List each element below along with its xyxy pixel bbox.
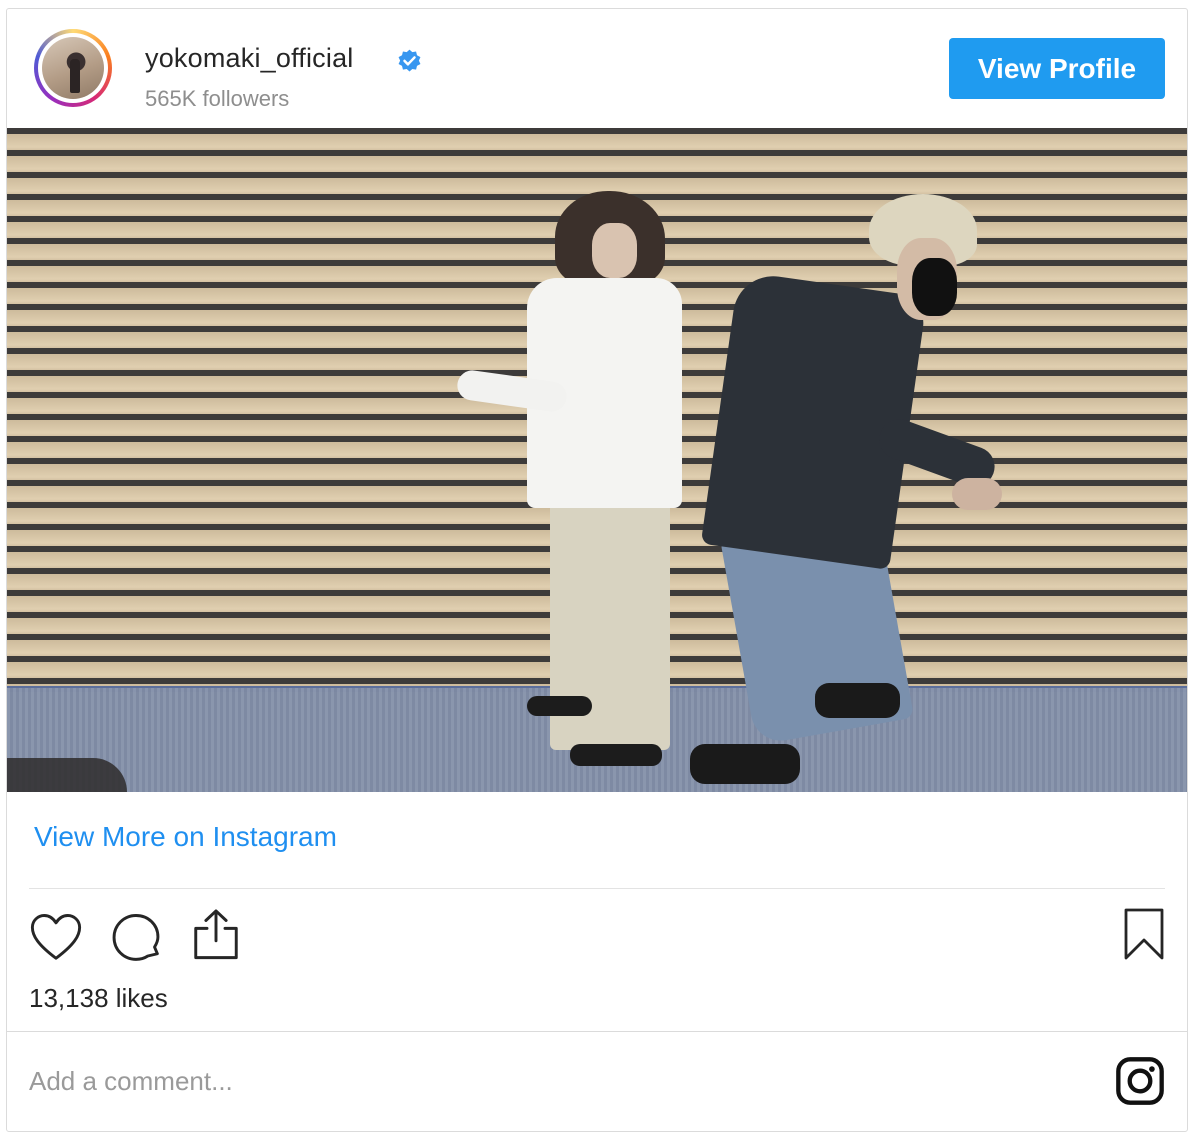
username[interactable]: yokomaki_official xyxy=(145,43,354,74)
like-count: 13,138 likes xyxy=(29,983,168,1013)
divider xyxy=(7,1031,1187,1032)
view-more-on-instagram-link[interactable]: View More on Instagram xyxy=(34,821,337,853)
share-icon[interactable] xyxy=(189,907,243,961)
post-video[interactable] xyxy=(7,128,1187,792)
instagram-embed-card: yokomaki_official 565K followers View Pr… xyxy=(6,8,1188,1132)
follower-count: 565K followers xyxy=(145,86,290,111)
verified-badge-icon xyxy=(398,49,421,72)
divider xyxy=(29,888,1165,889)
comment-icon[interactable] xyxy=(109,911,163,965)
bookmark-icon[interactable] xyxy=(1117,907,1171,961)
post-header: yokomaki_official 565K followers View Pr… xyxy=(7,9,1187,129)
heart-icon[interactable] xyxy=(29,911,83,965)
comment-input[interactable] xyxy=(29,1059,1089,1103)
view-profile-button[interactable]: View Profile xyxy=(949,38,1165,99)
avatar-image xyxy=(42,37,104,99)
instagram-icon[interactable] xyxy=(1114,1055,1166,1107)
avatar[interactable] xyxy=(34,29,112,107)
